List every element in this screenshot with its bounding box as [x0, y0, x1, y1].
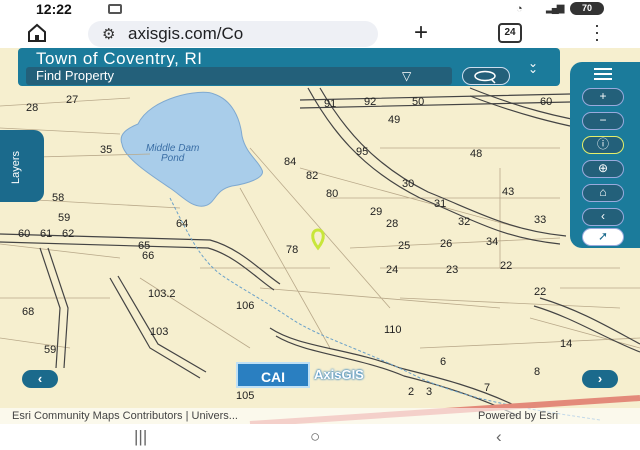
info-button[interactable]: ⓘ [582, 136, 624, 154]
previous-arrow-button[interactable]: ‹ [22, 370, 58, 388]
parcel-label[interactable]: 2 [408, 386, 414, 398]
parcel-label[interactable]: 30 [402, 178, 414, 190]
parcel-label[interactable]: 61 [40, 228, 52, 240]
hamburger-menu-icon[interactable] [594, 68, 612, 83]
zoom-out-button[interactable]: − [582, 112, 624, 130]
find-property-label[interactable]: Find Property [36, 68, 114, 83]
recent-apps-icon[interactable]: ||| [134, 427, 147, 447]
parcel-label[interactable]: 106 [236, 300, 254, 312]
pond-label: Middle Dam Pond [146, 144, 199, 164]
parcel-label[interactable]: 78 [286, 244, 298, 256]
back-button[interactable]: ‹ [582, 208, 624, 226]
parcel-label[interactable]: 22 [500, 260, 512, 272]
page-title: Town of Coventry, RI [36, 49, 203, 68]
parcel-label[interactable]: 7 [484, 382, 490, 394]
parcel-label[interactable]: 66 [142, 250, 154, 262]
new-tab-button[interactable]: + [414, 19, 428, 47]
parcel-label[interactable]: 103.2 [148, 288, 176, 300]
parcel-label[interactable]: 50 [412, 96, 424, 108]
cai-logo-box: CAI [236, 362, 310, 388]
parcel-label[interactable]: 84 [284, 156, 296, 168]
home-extent-button[interactable]: ⌂ [582, 184, 624, 202]
parcel-label[interactable]: 60 [18, 228, 30, 240]
notification-icon [108, 4, 122, 14]
home-button-icon[interactable]: ○ [310, 427, 320, 447]
parcel-label[interactable]: 33 [534, 214, 546, 226]
cai-axisgis-logo: CAI AxisGIS [236, 362, 406, 388]
axisgis-logo-text: AxisGIS [314, 367, 364, 382]
parcel-label[interactable]: 80 [326, 188, 338, 200]
battery-icon: 70 [570, 2, 604, 15]
next-arrow-button[interactable]: › [582, 370, 618, 388]
layers-tab[interactable]: Layers [0, 130, 44, 202]
parcel-label[interactable]: 59 [58, 212, 70, 224]
wifi-icon: ◔ [516, 3, 523, 15]
select-tool-button[interactable] [462, 67, 510, 85]
filter-icon[interactable]: ▽ [402, 69, 411, 83]
parcel-label[interactable]: 22 [534, 286, 546, 298]
browser-menu-icon[interactable]: · · · [594, 16, 600, 48]
status-bar: 12:22 ◔ ▂▄▆ 70 [0, 0, 640, 18]
signal-icon: ▂▄▆ [546, 3, 565, 14]
parcel-label[interactable]: 14 [560, 338, 572, 350]
parcel-label[interactable]: 48 [470, 148, 482, 160]
parcel-label[interactable]: 103 [150, 326, 168, 338]
parcel-label[interactable]: 82 [306, 170, 318, 182]
layers-label: Layers [10, 150, 22, 184]
parcel-label[interactable]: 92 [364, 96, 376, 108]
find-property-search[interactable]: Find Property ▽ [26, 67, 452, 85]
site-settings-icon[interactable]: ⚙ [102, 25, 115, 43]
address-bar[interactable]: ⚙ axisgis.com/Co [88, 21, 378, 47]
parcel-label[interactable]: 28 [26, 102, 38, 114]
parcel-label[interactable]: 23 [446, 264, 458, 276]
parcel-label[interactable]: 68 [22, 306, 34, 318]
map-header: Town of Coventry, RI Find Property ▽ ⌄ ⌄ [18, 48, 560, 86]
locate-icon[interactable]: ⊕ [582, 160, 624, 178]
back-icon[interactable]: ‹ [496, 427, 502, 447]
parcel-label[interactable]: 62 [62, 228, 74, 240]
zoom-in-button[interactable]: + [582, 88, 624, 106]
tab-switcher-button[interactable]: 24 [498, 23, 522, 43]
browser-toolbar: ⚙ axisgis.com/Co + 24 · · · [0, 16, 640, 48]
pond-name-line-2: Pond [161, 153, 185, 164]
share-button[interactable]: ➚ [582, 228, 624, 246]
parcel-label[interactable]: 105 [236, 390, 254, 402]
parcel-label[interactable]: 27 [66, 94, 78, 106]
chevron-down-icon[interactable]: ⌄ ⌄ [528, 57, 538, 75]
attribution-text[interactable]: Esri Community Maps Contributors | Unive… [12, 410, 238, 422]
powered-by-esri[interactable]: Powered by Esri [478, 410, 558, 422]
parcel-label[interactable]: 29 [370, 206, 382, 218]
parcel-label[interactable]: 31 [434, 198, 446, 210]
parcel-label[interactable]: 60 [540, 96, 552, 108]
parcel-label[interactable]: 91 [324, 98, 336, 110]
location-pin-icon [311, 228, 325, 251]
parcel-label[interactable]: 34 [486, 236, 498, 248]
parcel-label[interactable]: 3 [426, 386, 432, 398]
parcel-label[interactable]: 43 [502, 186, 514, 198]
parcel-label[interactable]: 8 [534, 366, 540, 378]
url-text[interactable]: axisgis.com/Co [128, 24, 243, 44]
parcel-label[interactable]: 95 [356, 146, 368, 158]
parcel-label[interactable]: 35 [100, 144, 112, 156]
parcel-label[interactable]: 32 [458, 216, 470, 228]
parcel-label[interactable]: 58 [52, 192, 64, 204]
home-icon[interactable] [26, 23, 48, 43]
parcel-label[interactable]: 26 [440, 238, 452, 250]
parcel-label[interactable]: 49 [388, 114, 400, 126]
parcel-label[interactable]: 28 [386, 218, 398, 230]
parcel-label[interactable]: 110 [384, 324, 402, 336]
parcel-label[interactable]: 25 [398, 240, 410, 252]
parcel-label[interactable]: 24 [386, 264, 398, 276]
map-toolbar: + − ⓘ ⊕ ⌂ ‹ ➚ [570, 62, 640, 248]
parcel-label[interactable]: 59 [44, 344, 56, 356]
parcel-label[interactable]: 6 [440, 356, 446, 368]
system-navigation-bar: ||| ○ ‹ [0, 424, 640, 450]
lasso-icon [474, 70, 496, 84]
clock: 12:22 [36, 1, 72, 17]
map-attribution: Esri Community Maps Contributors | Unive… [0, 408, 640, 424]
parcel-label[interactable]: 64 [176, 218, 188, 230]
